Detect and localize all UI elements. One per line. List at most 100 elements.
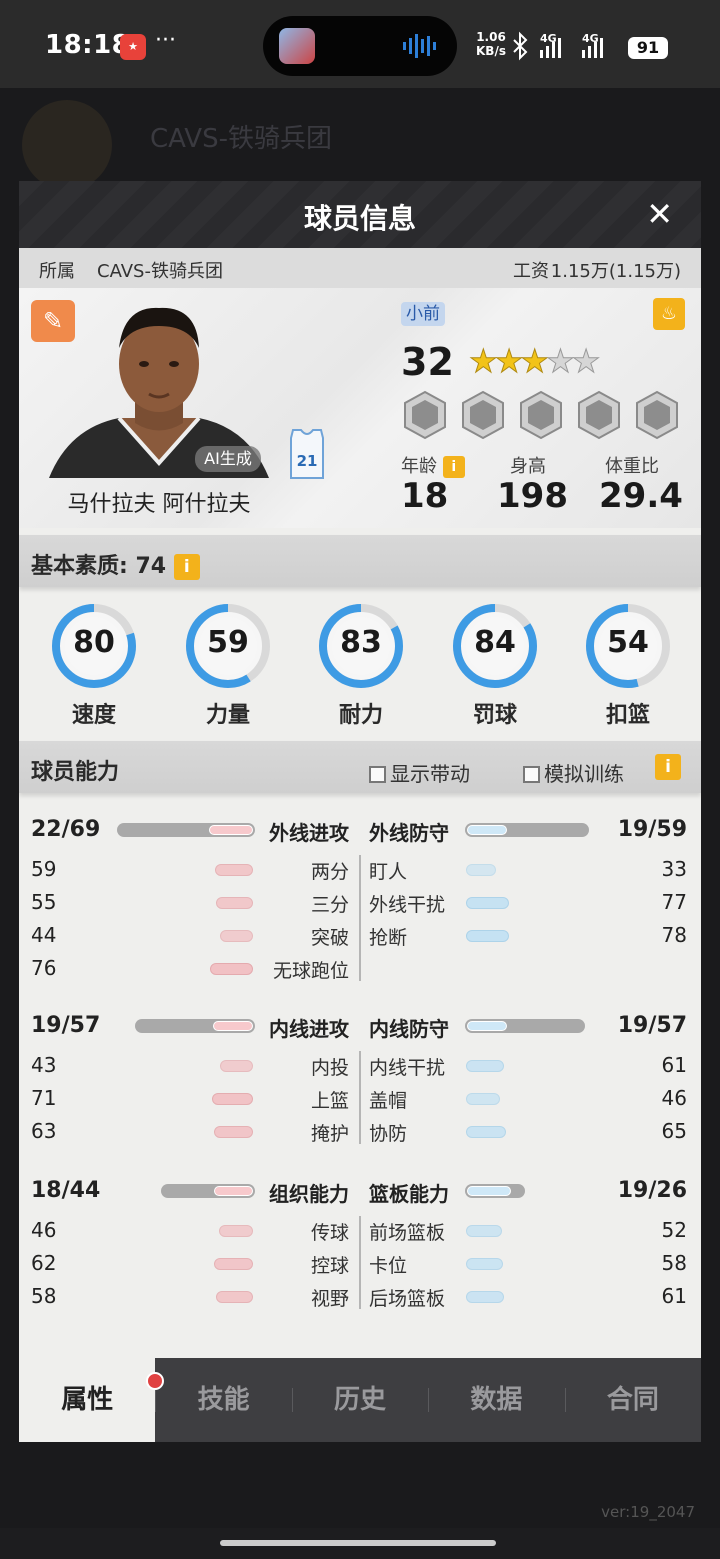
attack-stat-name: 无球跑位 [272,960,349,982]
stat-ring-value: 59 [207,625,249,660]
basic-info-icon[interactable]: i [173,554,200,580]
show-drive-checkbox[interactable]: 显示带动 [369,758,470,787]
stat-ring: 54 扣篮 [583,601,673,731]
defense-stat-name: 盯人 [369,861,408,883]
attack-stat-bar [220,930,253,942]
attack-summary-fill [209,825,253,835]
tab-history[interactable]: 历史 [291,1358,428,1442]
ability-title: 球员能力 [31,760,120,785]
attack-stat-bar [214,1258,253,1270]
attack-stat-bar [212,1093,253,1105]
attack-summary-fill [213,1021,253,1031]
attack-stat-bar [220,1060,253,1072]
attack-total: 18/44 [31,1178,101,1203]
team-salary-row: 所属 CAVS-铁骑兵团 工资 1.15万(1.15万) [19,248,701,288]
close-icon[interactable]: ✕ [646,195,673,233]
stat-ring-label: 速度 [71,703,116,728]
age-info-icon[interactable]: i [442,456,465,478]
salary-label: 工资 [513,261,549,282]
status-bar: 18:18 ★ ··· 1.06 KB/s 4G 4G 91 [0,0,720,88]
defense-total: 19/59 [617,817,687,842]
attack-stat-name: 三分 [310,894,349,916]
status-time: 18:18 [45,30,131,60]
stat-ring: 83 耐力 [316,601,406,731]
version-label: ver:19_2047 [601,1503,695,1521]
edit-profile-icon[interactable]: ✎ [31,300,75,342]
overall-rating: 32 [401,340,454,384]
star-rating: ★★★★★ [469,342,601,381]
attack-stat-bar [219,1225,253,1237]
empty-badge-slot-icon[interactable] [459,390,507,440]
attack-stat-name: 两分 [310,861,349,883]
attack-category-name: 组织能力 [269,1182,349,1206]
basic-attributes-header: 基本素质: 74 i [19,535,701,587]
ability-info-icon[interactable]: i [655,754,681,780]
defense-stat-value: 61 [661,1053,687,1077]
defense-stat-name: 盖帽 [369,1090,408,1112]
ai-generated-tag: AI生成 [195,446,261,472]
empty-badge-slot-icon[interactable] [633,390,681,440]
defense-stat-bar [466,1258,503,1270]
attack-stat-value: 62 [31,1251,57,1275]
dynamic-island[interactable] [263,16,457,76]
player-info-modal: 球员信息 ✕ 所属 CAVS-铁骑兵团 工资 1.15万(1.15万) AI生成… [19,181,701,1442]
tab-skills[interactable]: 技能 [145,1358,291,1442]
position-badge: 小前 [401,302,445,326]
sim-training-checkbox[interactable]: 模拟训练 [523,758,624,787]
speed-unit: KB/s [476,44,506,58]
empty-badge-slot-icon[interactable] [401,390,449,440]
defense-stat-bar [466,1291,504,1303]
attack-total: 22/69 [31,817,101,842]
attack-stat-name: 掩护 [310,1123,349,1145]
tab-stats[interactable]: 数据 [428,1358,564,1442]
signal-icon: 4G 4G [513,31,603,61]
checkbox-box[interactable] [523,766,540,783]
tab-attributes[interactable]: 属性 [19,1358,156,1442]
stat-ring: 59 力量 [183,601,273,731]
ability-group: 22/69 外线进攻 外线防守 19/59 59 两分 盯人 33 55 三分 外线干扰 77 44 突破… [19,817,701,989]
ability-row: 62 控球 卡位 58 [19,1251,701,1281]
attack-category-name: 内线进攻 [269,1017,349,1041]
stat-ring-value: 84 [474,625,516,660]
team-name[interactable]: CAVS-铁骑兵团 [97,257,223,283]
checkbox-box[interactable] [369,766,386,783]
defense-summary-bar [465,1019,585,1033]
attack-summary-bar [117,823,255,837]
defense-category-name: 内线防守 [369,1017,449,1041]
star-empty-icon: ★ [571,342,601,381]
defense-stat-name: 前场篮板 [369,1222,446,1244]
empty-badge-slot-icon[interactable] [517,390,565,440]
jersey-icon: 21 [290,429,324,479]
defense-total: 19/26 [617,1178,687,1203]
defense-summary-fill [467,1021,507,1031]
ability-row: 44 突破 抢断 78 [19,923,701,953]
modal-header: 球员信息 ✕ [19,181,701,248]
attack-stat-value: 43 [31,1053,57,1077]
notification-dot-icon [145,1372,164,1390]
bottom-tab-bar: 属性 技能 历史 数据 合同 [19,1358,701,1442]
more-notifications-icon: ··· [155,28,176,53]
attack-stat-name: 内投 [310,1057,349,1079]
app-notification-icon: ★ [120,34,146,60]
defense-stat-name: 外线干扰 [369,894,446,916]
defense-stat-name: 协防 [369,1123,408,1145]
player-name: 马什拉夫 阿什拉夫 [67,492,251,517]
ability-group: 19/57 内线进攻 内线防守 19/57 43 内投 内线干扰 61 71 上篮 盖帽 46 63 掩护… [19,1013,701,1152]
fire-icon[interactable]: ♨ [653,298,685,330]
ability-group-header: 19/57 内线进攻 内线防守 19/57 [19,1013,701,1043]
home-indicator[interactable] [220,1540,496,1546]
attack-summary-fill [214,1186,253,1196]
stat-ring-label: 扣篮 [605,703,650,728]
attack-stat-value: 71 [31,1086,57,1110]
ability-row: 63 掩护 协防 65 [19,1119,701,1149]
ability-header: 球员能力 显示带动 模拟训练 i [19,741,701,793]
age-label: 年龄 [401,456,437,477]
defense-stat-bar [466,1126,506,1138]
player-profile: AI生成 21 马什拉夫 阿什拉夫 ✎ 小前 ♨ 32 ★★★★★ 年龄 i 1… [19,288,701,528]
tab-label: 历史 [334,1385,387,1415]
empty-badge-slot-icon[interactable] [575,390,623,440]
tab-contract[interactable]: 合同 [564,1358,701,1442]
defense-category-name: 外线防守 [369,821,449,845]
defense-summary-fill [467,825,507,835]
speed-value: 1.06 [476,30,506,44]
